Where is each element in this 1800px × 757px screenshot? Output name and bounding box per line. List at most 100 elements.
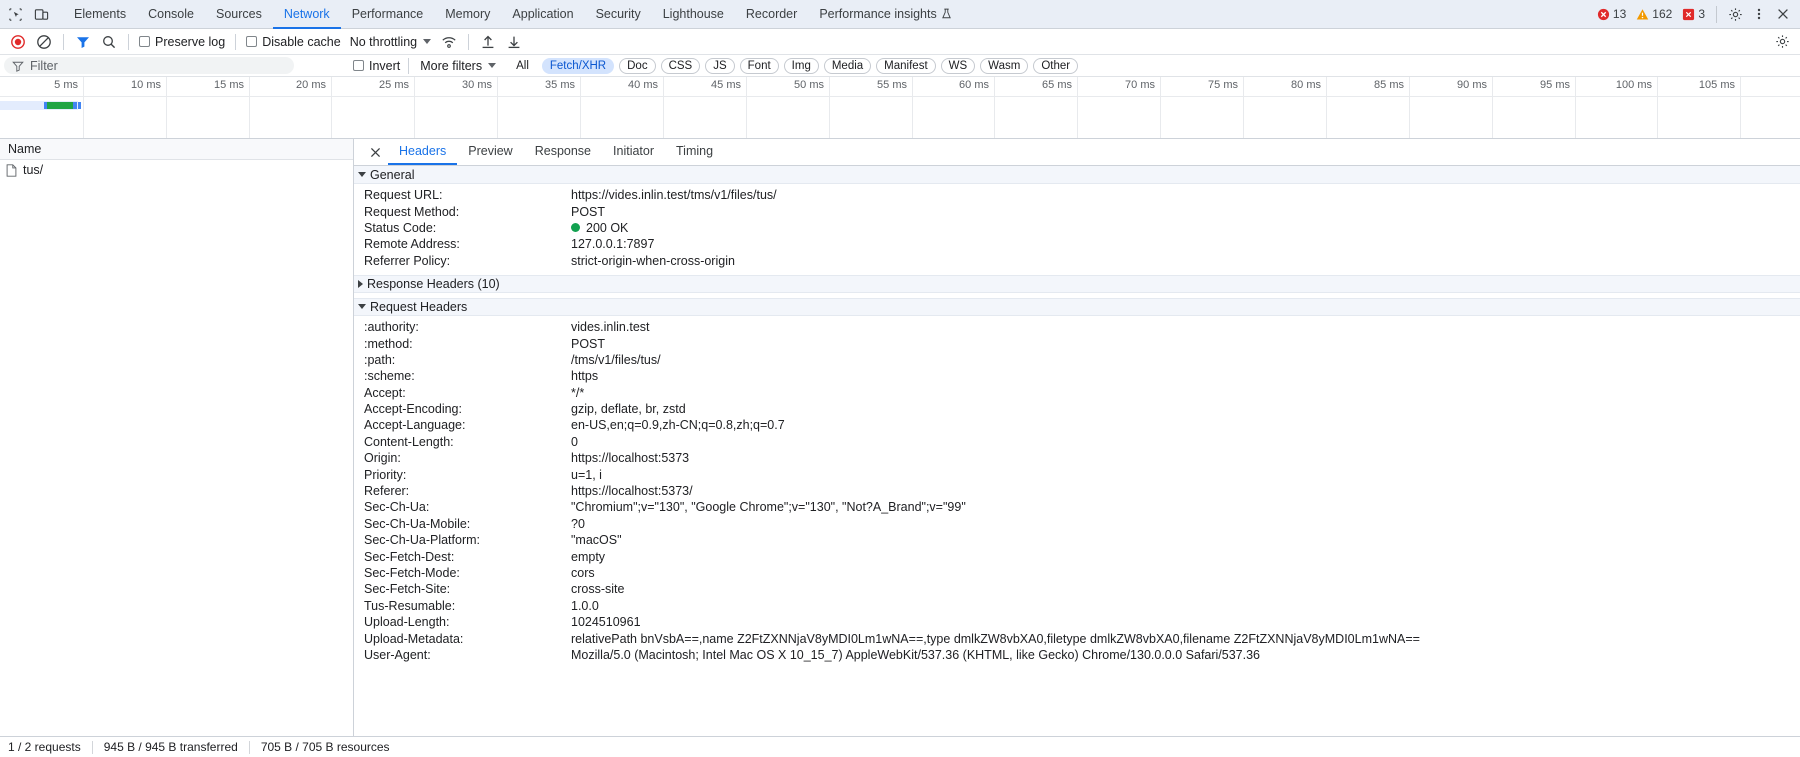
- preserve-log-checkbox[interactable]: Preserve log: [136, 35, 228, 49]
- section-header-response-headers[interactable]: Response Headers (10): [354, 274, 1800, 293]
- header-row[interactable]: Request Method: POST: [354, 203, 1800, 219]
- tab-elements[interactable]: Elements: [63, 0, 137, 29]
- header-row[interactable]: Status Code: 200 OK: [354, 220, 1800, 236]
- header-row[interactable]: :path: /tms/v1/files/tus/: [354, 352, 1800, 368]
- header-row[interactable]: Sec-Ch-Ua: "Chromium";v="130", "Google Ch…: [354, 499, 1800, 515]
- header-row[interactable]: :scheme: https: [354, 368, 1800, 384]
- inspect-element-icon[interactable]: [6, 5, 24, 23]
- header-row[interactable]: :method: POST: [354, 335, 1800, 351]
- header-value: en-US,en;q=0.9,zh-CN;q=0.8,zh;q=0.7: [571, 418, 785, 432]
- record-button[interactable]: [6, 31, 30, 53]
- tab-performance-insights[interactable]: Performance insights: [808, 0, 962, 29]
- header-row[interactable]: Origin: https://localhost:5373: [354, 450, 1800, 466]
- detail-tab-timing[interactable]: Timing: [665, 139, 724, 165]
- header-row[interactable]: Referer: https://localhost:5373/: [354, 483, 1800, 499]
- header-row[interactable]: :authority: vides.inlin.test: [354, 319, 1800, 335]
- type-filter-label: Font: [747, 59, 771, 72]
- timeline-tick-label: 65 ms: [1042, 79, 1072, 91]
- header-row[interactable]: Sec-Fetch-Dest: empty: [354, 548, 1800, 564]
- headers-panel: General Request URL: https://vides.inlin.…: [354, 166, 1800, 736]
- header-row[interactable]: Upload-Metadata: relativePath bnVsbA==,na…: [354, 630, 1800, 646]
- tab-console[interactable]: Console: [137, 0, 205, 29]
- header-row[interactable]: Sec-Ch-Ua-Platform: "macOS": [354, 532, 1800, 548]
- header-row[interactable]: Accept: */*: [354, 385, 1800, 401]
- detail-tab-initiator[interactable]: Initiator: [602, 139, 665, 165]
- network-overview-timeline[interactable]: 5 ms 10 ms 15 ms 20 ms 25 ms 30 ms 35 ms 40 ms 4…: [0, 77, 1800, 139]
- detail-tab-response[interactable]: Response: [524, 139, 602, 165]
- header-row[interactable]: Accept-Encoding: gzip, deflate, br, zstd: [354, 401, 1800, 417]
- type-filter-ws[interactable]: WS: [940, 57, 976, 74]
- header-row[interactable]: Sec-Fetch-Mode: cors: [354, 565, 1800, 581]
- header-row[interactable]: Request URL: https://vides.inlin.test/tms…: [354, 187, 1800, 203]
- tab-recorder[interactable]: Recorder: [735, 0, 808, 29]
- header-row[interactable]: Content-Length: 0: [354, 434, 1800, 450]
- section-header-request-headers[interactable]: Request Headers: [354, 297, 1800, 316]
- timeline-tick-label: 60 ms: [959, 79, 989, 91]
- more-filters-dropdown[interactable]: More filters: [414, 59, 502, 73]
- header-row[interactable]: Upload-Length: 1024510961: [354, 614, 1800, 630]
- detail-tab-headers[interactable]: Headers: [388, 139, 458, 165]
- column-header-name: Name: [8, 142, 42, 156]
- request-row-tus[interactable]: tus/: [0, 160, 353, 180]
- header-row[interactable]: Priority: u=1, i: [354, 466, 1800, 482]
- request-list-header[interactable]: Name: [0, 139, 353, 160]
- timeline-divider: [0, 96, 1800, 97]
- type-filter-fetch-xhr[interactable]: Fetch/XHR: [541, 57, 615, 74]
- issues-counter[interactable]: 3: [1678, 7, 1709, 21]
- error-icon: [1597, 8, 1609, 20]
- type-filter-doc[interactable]: Doc: [619, 57, 656, 74]
- tab-performance[interactable]: Performance: [341, 0, 435, 29]
- tab-memory[interactable]: Memory: [434, 0, 501, 29]
- header-row[interactable]: Sec-Fetch-Site: cross-site: [354, 581, 1800, 597]
- header-value-text: POST: [571, 204, 606, 219]
- clear-button[interactable]: [32, 31, 56, 53]
- tab-network[interactable]: Network: [272, 0, 341, 29]
- detail-tab-preview[interactable]: Preview: [457, 139, 523, 165]
- close-detail-icon[interactable]: [362, 139, 388, 165]
- import-har-icon[interactable]: [476, 31, 500, 53]
- header-value: ?0: [571, 517, 585, 531]
- filter-input[interactable]: Filter: [4, 57, 294, 74]
- detail-tab-bar: Headers Preview Response Initiator Timin…: [354, 139, 1800, 166]
- section-header-general[interactable]: General: [354, 166, 1800, 184]
- close-icon[interactable]: [1772, 3, 1794, 25]
- type-filter-all[interactable]: All: [508, 57, 537, 74]
- warning-counter[interactable]: 162: [1632, 7, 1676, 21]
- network-toolbar-right: [1770, 31, 1794, 53]
- type-filter-manifest[interactable]: Manifest: [876, 57, 936, 74]
- header-value-text: */*: [571, 385, 585, 400]
- type-filter-other[interactable]: Other: [1033, 57, 1079, 74]
- header-row[interactable]: Referrer Policy: strict-origin-when-cross…: [354, 253, 1800, 269]
- header-row[interactable]: Sec-Ch-Ua-Mobile: ?0: [354, 516, 1800, 532]
- error-counter[interactable]: 13: [1593, 7, 1630, 21]
- timeline-tick-label: 5 ms: [54, 79, 78, 91]
- invert-checkbox[interactable]: Invert: [350, 59, 403, 73]
- triangle-down-icon: [358, 304, 366, 310]
- type-filter-css[interactable]: CSS: [660, 57, 701, 74]
- filter-icon[interactable]: [71, 31, 95, 53]
- type-filter-font[interactable]: Font: [739, 57, 779, 74]
- header-value-text: 1.0.0: [571, 598, 599, 613]
- type-filter-wasm[interactable]: Wasm: [980, 57, 1029, 74]
- tab-application[interactable]: Application: [501, 0, 584, 29]
- header-row[interactable]: User-Agent: Mozilla/5.0 (Macintosh; Intel…: [354, 647, 1800, 663]
- search-icon[interactable]: [97, 31, 121, 53]
- type-filter-js[interactable]: JS: [705, 57, 735, 74]
- disable-cache-checkbox[interactable]: Disable cache: [243, 35, 344, 49]
- header-row[interactable]: Accept-Language: en-US,en;q=0.9,zh-CN;q=0…: [354, 417, 1800, 433]
- throttling-dropdown[interactable]: No throttling: [346, 35, 435, 49]
- export-har-icon[interactable]: [502, 31, 526, 53]
- network-settings-gear-icon[interactable]: [1770, 31, 1794, 53]
- type-filter-img[interactable]: Img: [783, 57, 819, 74]
- timeline-tick-label: 75 ms: [1208, 79, 1238, 91]
- more-vertical-icon[interactable]: [1748, 3, 1770, 25]
- header-row[interactable]: Remote Address: 127.0.0.1:7897: [354, 236, 1800, 252]
- type-filter-media[interactable]: Media: [823, 57, 872, 74]
- tab-lighthouse[interactable]: Lighthouse: [652, 0, 735, 29]
- network-conditions-icon[interactable]: [437, 31, 461, 53]
- gear-icon[interactable]: [1724, 3, 1746, 25]
- tab-security[interactable]: Security: [585, 0, 652, 29]
- tab-sources[interactable]: Sources: [205, 0, 273, 29]
- device-toolbar-icon[interactable]: [32, 5, 50, 23]
- header-row[interactable]: Tus-Resumable: 1.0.0: [354, 598, 1800, 614]
